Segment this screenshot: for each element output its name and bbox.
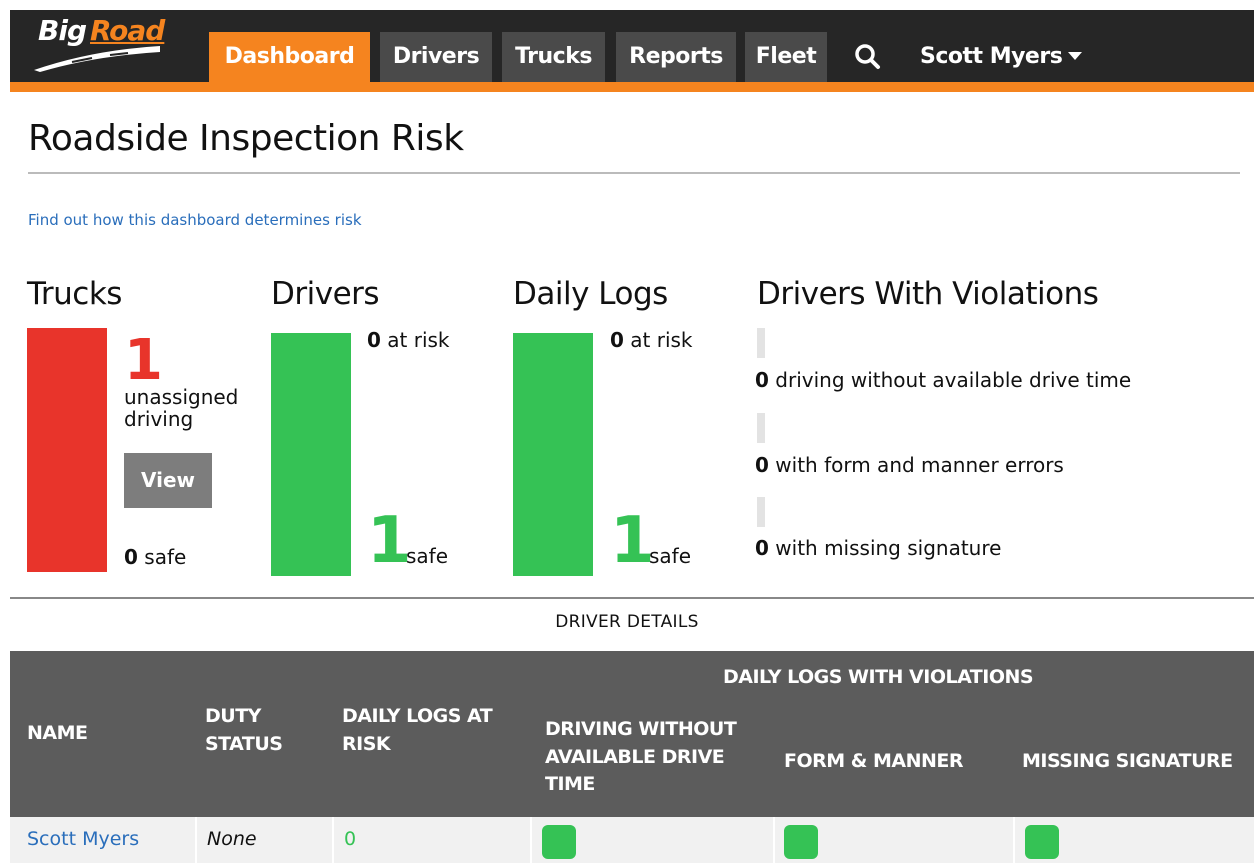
drivers-safe-label: safe	[406, 544, 449, 568]
violation-label: with missing signature	[775, 536, 1002, 560]
violation-label: with form and manner errors	[775, 453, 1064, 477]
col-header-missing-signature[interactable]: MISSING SIGNATURE	[1022, 748, 1233, 776]
trucks-risk-bar	[27, 328, 107, 572]
trucks-safe: 0 safe	[124, 545, 186, 569]
violation-count: 0	[755, 453, 769, 477]
chevron-down-icon	[1068, 52, 1083, 60]
col-header-duty-line1: DUTY	[205, 705, 261, 727]
daily-logs-at-risk-count: 0	[610, 328, 624, 352]
violation-bar	[757, 413, 765, 443]
daily-logs-at-risk-label: at risk	[630, 328, 693, 352]
violation-bar	[757, 328, 765, 358]
violation-label: driving without available drive time	[775, 368, 1132, 392]
trucks-title: Trucks	[27, 276, 122, 312]
tab-dashboard[interactable]: Dashboard	[209, 32, 370, 82]
col-header-drive-line1: DRIVING WITHOUT	[545, 718, 737, 740]
bigroad-logo[interactable]: Big Road	[32, 14, 192, 72]
violation-item: 0 driving without available drive time	[755, 368, 1131, 392]
logo-road-swoosh-icon	[34, 46, 160, 72]
daily-logs-at-risk: 0 at risk	[610, 328, 693, 352]
col-header-drive-line3: TIME	[545, 773, 595, 796]
daily-logs-safe-bar	[513, 333, 593, 576]
drivers-at-risk-label: at risk	[387, 328, 450, 352]
form-manner-status-indicator	[784, 825, 818, 859]
col-header-daily-logs-at-risk[interactable]: DAILY LOGS AT RISK	[342, 703, 493, 758]
tab-reports[interactable]: Reports	[616, 32, 736, 82]
violation-item: 0 with missing signature	[755, 536, 1001, 560]
col-header-name[interactable]: NAME	[27, 720, 88, 748]
col-header-drive-line2: AVAILABLE DRIVE	[545, 745, 725, 768]
user-menu[interactable]: Scott Myers	[920, 32, 1083, 82]
cell-divider	[195, 817, 197, 863]
page-title: Roadside Inspection Risk	[28, 118, 464, 159]
section-divider	[10, 597, 1254, 599]
nav-accent-stripe	[10, 82, 1254, 92]
col-header-driving-without-time[interactable]: DRIVING WITHOUT AVAILABLE DRIVE TIME	[545, 716, 737, 799]
daily-logs-title: Daily Logs	[513, 276, 668, 312]
logo-text-road: Road	[90, 14, 165, 47]
daily-logs-at-risk-value: 0	[344, 828, 357, 850]
unassigned-count: 1	[124, 328, 163, 393]
trucks-safe-label: safe	[144, 545, 187, 569]
search-icon[interactable]	[852, 40, 884, 76]
unassigned-label-line2: driving	[124, 407, 194, 431]
title-divider	[28, 172, 1240, 174]
daily-logs-safe-label: safe	[649, 544, 692, 568]
cell-divider	[1013, 817, 1015, 863]
col-header-duty-status[interactable]: DUTY STATUS	[205, 703, 283, 758]
trucks-safe-count: 0	[124, 545, 138, 569]
view-unassigned-button[interactable]: View	[124, 453, 212, 508]
unassigned-label-line1: unassigned	[124, 385, 239, 409]
tab-fleet[interactable]: Fleet	[745, 32, 827, 82]
col-header-logs-line1: DAILY LOGS AT	[342, 705, 493, 727]
user-name: Scott Myers	[920, 44, 1063, 69]
cell-divider	[530, 817, 532, 863]
tab-trucks[interactable]: Trucks	[502, 32, 605, 82]
col-header-logs-line2: RISK	[342, 732, 391, 755]
risk-help-link[interactable]: Find out how this dashboard determines r…	[28, 211, 362, 229]
driver-details-heading: DRIVER DETAILS	[555, 612, 699, 632]
drivers-title: Drivers	[271, 276, 380, 312]
unassigned-label: unassigned driving	[124, 386, 238, 430]
col-header-duty-line2: STATUS	[205, 732, 283, 755]
drivers-safe-bar	[271, 333, 351, 576]
driver-name-link[interactable]: Scott Myers	[27, 828, 139, 850]
col-header-form-manner[interactable]: FORM & MANNER	[784, 748, 964, 776]
violations-title: Drivers With Violations	[757, 276, 1099, 312]
violation-count: 0	[755, 368, 769, 392]
daily-logs-safe-count: 1	[610, 504, 655, 578]
col-group-header-violations: DAILY LOGS WITH VIOLATIONS	[723, 666, 1034, 688]
driving-without-time-status-indicator	[542, 825, 576, 859]
missing-signature-status-indicator	[1025, 825, 1059, 859]
drivers-at-risk-count: 0	[367, 328, 381, 352]
duty-status-value: None	[207, 828, 257, 850]
drivers-safe-count: 1	[367, 504, 412, 578]
violation-bar	[757, 497, 765, 527]
violation-count: 0	[755, 536, 769, 560]
drivers-at-risk: 0 at risk	[367, 328, 450, 352]
tab-drivers[interactable]: Drivers	[380, 32, 492, 82]
cell-divider	[332, 817, 334, 863]
cell-divider	[773, 817, 775, 863]
logo-text-big: Big	[38, 14, 87, 47]
violation-item: 0 with form and manner errors	[755, 453, 1064, 477]
